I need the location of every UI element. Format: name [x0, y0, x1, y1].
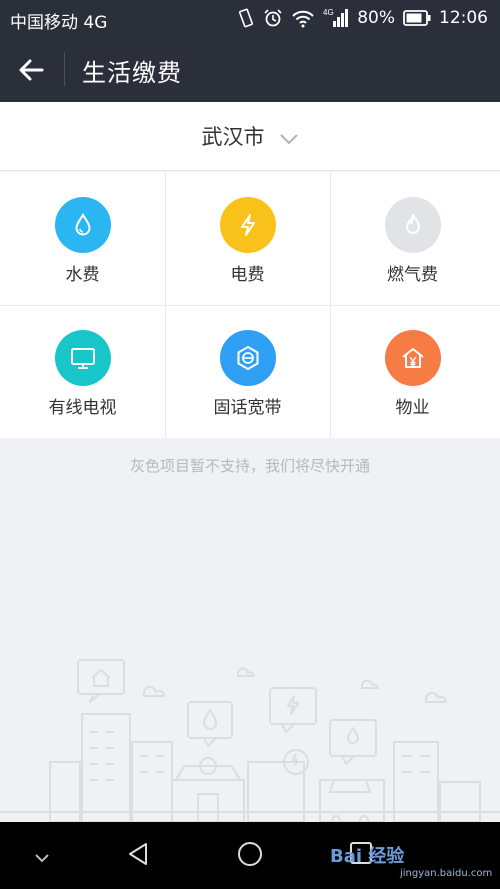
city-selector[interactable]: 武汉市 [0, 102, 500, 171]
water-drop-icon [54, 197, 111, 253]
watermark-logo: Bai 经验 [330, 846, 405, 867]
vibrate-icon [237, 8, 255, 28]
lightning-icon [219, 197, 276, 253]
signal-icon: 4G [323, 7, 349, 29]
back-arrow-icon[interactable] [14, 53, 48, 87]
city-label: 武汉市 [201, 125, 265, 149]
nav-home-icon[interactable] [236, 840, 264, 872]
house-yuan-icon [384, 330, 441, 386]
status-bar: 中国移动 4G 4G 80% 12:06 [0, 0, 500, 36]
network-type-label: 4G [323, 8, 334, 17]
battery-percent: 80% [357, 8, 395, 28]
alarm-icon [263, 8, 283, 28]
service-label: 燃气费 [387, 265, 438, 285]
service-property[interactable]: 物业 [330, 305, 495, 438]
status-icons: 4G 80% 12:06 [237, 6, 488, 30]
service-label: 水费 [65, 265, 100, 285]
service-label: 电费 [230, 265, 265, 285]
carrier-label: 中国移动 4G [10, 13, 108, 33]
wifi-icon [291, 8, 315, 28]
chevron-down-icon [279, 130, 299, 145]
tv-icon [54, 330, 111, 386]
service-electricity[interactable]: 电费 [165, 172, 330, 305]
broadband-icon [219, 330, 276, 386]
service-gas[interactable]: 燃气费 [330, 172, 495, 305]
app-bar-divider [64, 52, 65, 86]
unsupported-notice: 灰色项目暂不支持，我们将尽快开通 [129, 457, 370, 475]
page-title: 生活缴费 [82, 59, 182, 87]
main-content: 武汉市 水费 电费 燃气费 有线电视 固话宽带 物业 灰色项目暂不支持，我们将尽… [0, 102, 500, 822]
app-bar: 生活缴费 [0, 36, 500, 102]
battery-icon [403, 10, 431, 26]
service-label: 固话宽带 [213, 398, 282, 418]
service-label: 物业 [395, 398, 430, 418]
flame-icon [384, 197, 441, 253]
service-broadband[interactable]: 固话宽带 [165, 305, 330, 438]
service-water[interactable]: 水费 [0, 172, 165, 305]
nav-back-icon[interactable] [124, 840, 152, 872]
service-label: 有线电视 [48, 398, 117, 418]
service-grid: 水费 电费 燃气费 有线电视 固话宽带 物业 [0, 172, 500, 438]
service-cable-tv[interactable]: 有线电视 [0, 305, 165, 438]
city-illustration [0, 659, 500, 822]
chevron-down-icon[interactable] [34, 848, 50, 867]
clock-time: 12:06 [439, 8, 488, 28]
system-nav-bar: Bai 经验 jingyan.baidu.com [0, 822, 500, 889]
watermark-url: jingyan.baidu.com [400, 868, 493, 879]
